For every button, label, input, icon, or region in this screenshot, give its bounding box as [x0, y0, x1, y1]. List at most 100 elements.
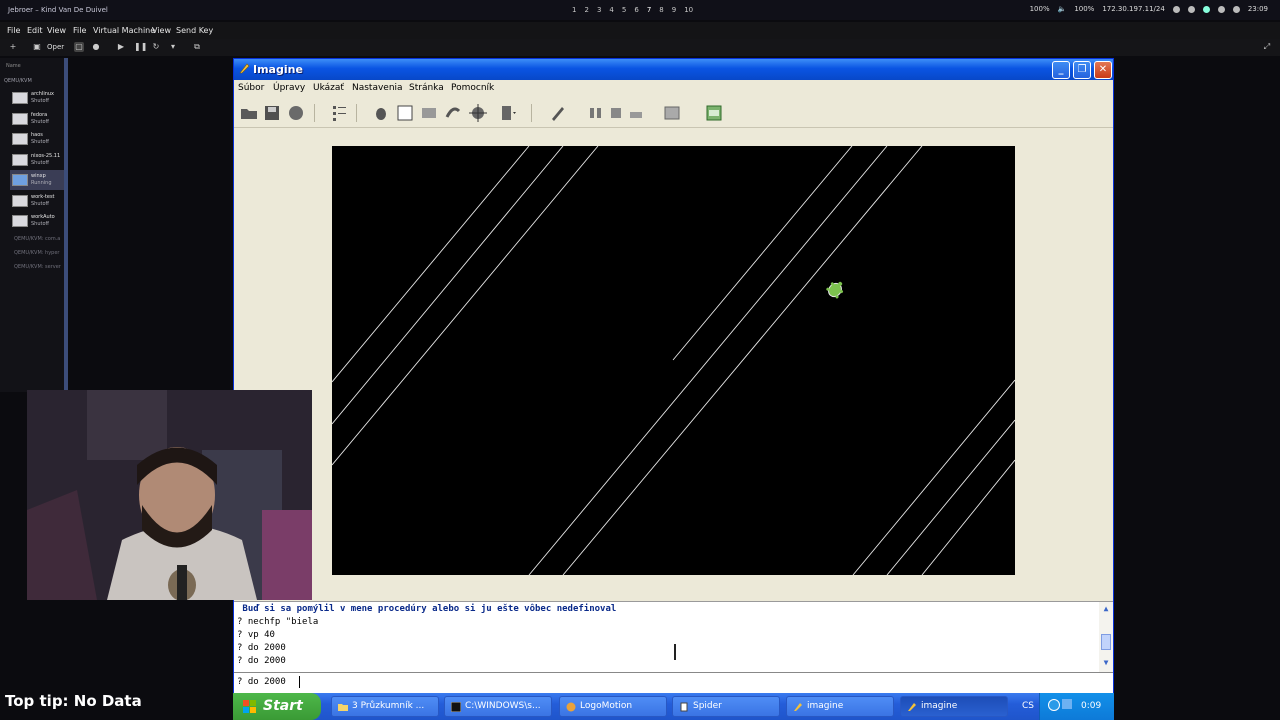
scroll-up-icon[interactable]: ▲: [1101, 604, 1111, 614]
close-button[interactable]: ✕: [1094, 61, 1112, 79]
sidebar-divider[interactable]: [64, 58, 68, 392]
task-explorer[interactable]: 3 Průzkumník ...: [331, 696, 439, 717]
connection-com[interactable]: QEMU/KVM: com.a: [14, 236, 60, 242]
maximize-button[interactable]: ❐: [1073, 61, 1091, 79]
power-icon[interactable]: [1232, 5, 1240, 13]
viewer-menu-virtual-machine[interactable]: Virtual Machine: [93, 26, 155, 35]
workspace-3[interactable]: 3: [597, 6, 601, 14]
canvas-line: [332, 146, 564, 425]
start-button[interactable]: Start: [233, 693, 321, 720]
align-tool-icon[interactable]: [498, 103, 518, 123]
vm-item-archlinux[interactable]: archlinux Shutoff: [10, 88, 64, 108]
menu-stranka[interactable]: Stránka: [409, 83, 444, 93]
details-icon[interactable]: ●: [91, 42, 101, 52]
imagine-menubar: Súbor Úpravy Ukázať Nastavenia Stránka P…: [234, 80, 1113, 97]
menu-pomocnik[interactable]: Pomocník: [451, 83, 494, 93]
vm-item-fedora[interactable]: fedora Shutoff: [10, 109, 64, 129]
vm-item-haos[interactable]: haos Shutoff: [10, 129, 64, 149]
scroll-thumb[interactable]: [1101, 634, 1111, 650]
canvas-line: [528, 146, 888, 575]
output-scrollbar[interactable]: ▲ ▼: [1099, 602, 1113, 672]
connection-group[interactable]: QEMU/KVM: [4, 78, 32, 84]
run-turtle-icon[interactable]: [548, 103, 568, 123]
app-tray-icon[interactable]: [1202, 5, 1210, 13]
task-cmd[interactable]: C:\WINDOWS\s...: [444, 696, 552, 717]
pause-icon[interactable]: [586, 103, 606, 123]
minimize-button[interactable]: _: [1052, 61, 1070, 79]
window-title: Imagine: [253, 63, 303, 76]
resize-icon[interactable]: ⤢: [1262, 42, 1272, 52]
workspace-8[interactable]: 8: [659, 6, 663, 14]
vm-item-winxp[interactable]: winxp Running: [10, 170, 64, 190]
task-logomotion[interactable]: LogoMotion: [559, 696, 667, 717]
viewer-menu-send-key[interactable]: Send Key: [176, 26, 213, 35]
open-button[interactable]: Oper: [47, 43, 64, 51]
menu-upravy[interactable]: Úpravy: [273, 83, 305, 93]
connection-hyper[interactable]: QEMU/KVM: hyper: [14, 250, 59, 256]
viewer-menu-file[interactable]: File: [73, 26, 86, 35]
vm-name: archlinux: [31, 91, 55, 97]
network-tray-icon[interactable]: [1062, 699, 1072, 709]
turtle-icon[interactable]: [371, 103, 391, 123]
vm-menu-file[interactable]: File: [7, 26, 20, 35]
monitor-icon: [12, 154, 28, 166]
workspace-switcher[interactable]: 1 2 3 4 5 6 7 8 9 10: [572, 6, 693, 14]
network-icon[interactable]: [1172, 5, 1180, 13]
vm-menu-view[interactable]: View: [47, 26, 66, 35]
new-vm-icon[interactable]: +: [8, 42, 18, 52]
chevron-down-icon[interactable]: ▾: [168, 42, 178, 52]
vm-item-workauto[interactable]: workAuto Shutoff: [10, 211, 64, 231]
properties-icon[interactable]: [329, 103, 349, 123]
title-bar[interactable]: Imagine _ ❐ ✕: [234, 59, 1113, 80]
turtle-icon[interactable]: [824, 279, 846, 301]
language-indicator[interactable]: CS: [1022, 701, 1034, 711]
vm-menu-edit[interactable]: Edit: [27, 26, 43, 35]
stop-icon[interactable]: [606, 103, 626, 123]
vm-item-nixos[interactable]: nixos-25.11 Shutoff: [10, 150, 64, 170]
command-input[interactable]: ? do 2000: [234, 672, 1113, 693]
task-imagine-2[interactable]: imagine: [900, 696, 1008, 717]
connection-server[interactable]: QEMU/KVM: server: [14, 264, 61, 270]
button-tool-icon[interactable]: [419, 103, 439, 123]
workspace-2[interactable]: 2: [584, 6, 588, 14]
drawing-canvas[interactable]: [332, 146, 1015, 575]
workspace-4[interactable]: 4: [609, 6, 613, 14]
monitor-icon: [12, 195, 28, 207]
task-spider[interactable]: Spider: [672, 696, 780, 717]
run-icon[interactable]: ▶: [116, 42, 126, 52]
open-console-icon[interactable]: ▣: [32, 42, 42, 52]
console-view-icon[interactable]: ▢: [74, 42, 84, 52]
virt-manager-menubar: File Edit View File Virtual Machine View…: [0, 22, 1280, 39]
workspace-10[interactable]: 10: [684, 6, 693, 14]
workspace-5[interactable]: 5: [622, 6, 626, 14]
menu-nastavenia[interactable]: Nastavenia: [352, 83, 403, 93]
bluetooth-icon[interactable]: [1187, 5, 1195, 13]
print-icon[interactable]: [286, 103, 306, 123]
workspace-1[interactable]: 1: [572, 6, 576, 14]
page-icon[interactable]: [395, 103, 415, 123]
update-icon[interactable]: [1217, 5, 1225, 13]
step-icon[interactable]: [626, 103, 646, 123]
reboot-icon[interactable]: ↻: [151, 42, 161, 52]
menu-subor[interactable]: Súbor: [238, 83, 264, 93]
workspace-9[interactable]: 9: [672, 6, 676, 14]
workspace-7[interactable]: 7: [647, 6, 651, 14]
save-icon[interactable]: [262, 103, 282, 123]
layout-icon[interactable]: [662, 103, 682, 123]
xp-taskbar: Start 3 Průzkumník ... C:\WINDOWS\s... L…: [233, 693, 1114, 720]
menu-ukazat[interactable]: Ukázať: [313, 83, 344, 93]
vm-item-work-test[interactable]: work-test Shutoff: [10, 191, 64, 211]
fullscreen-icon[interactable]: ⧉: [192, 42, 202, 52]
viewer-menu-view[interactable]: View: [152, 26, 171, 35]
shape-tool-icon[interactable]: [443, 103, 463, 123]
ie-tray-icon[interactable]: [1048, 699, 1060, 711]
project-icon[interactable]: [704, 103, 724, 123]
logomotion-icon: [566, 702, 576, 712]
task-imagine-1[interactable]: imagine: [786, 696, 894, 717]
open-folder-icon[interactable]: [239, 103, 259, 123]
volume-icon[interactable]: 🔈: [1058, 5, 1067, 13]
workspace-6[interactable]: 6: [634, 6, 638, 14]
move-icon[interactable]: [468, 103, 488, 123]
scroll-down-icon[interactable]: ▼: [1101, 658, 1111, 668]
pause-icon[interactable]: ❚❚: [134, 42, 147, 52]
